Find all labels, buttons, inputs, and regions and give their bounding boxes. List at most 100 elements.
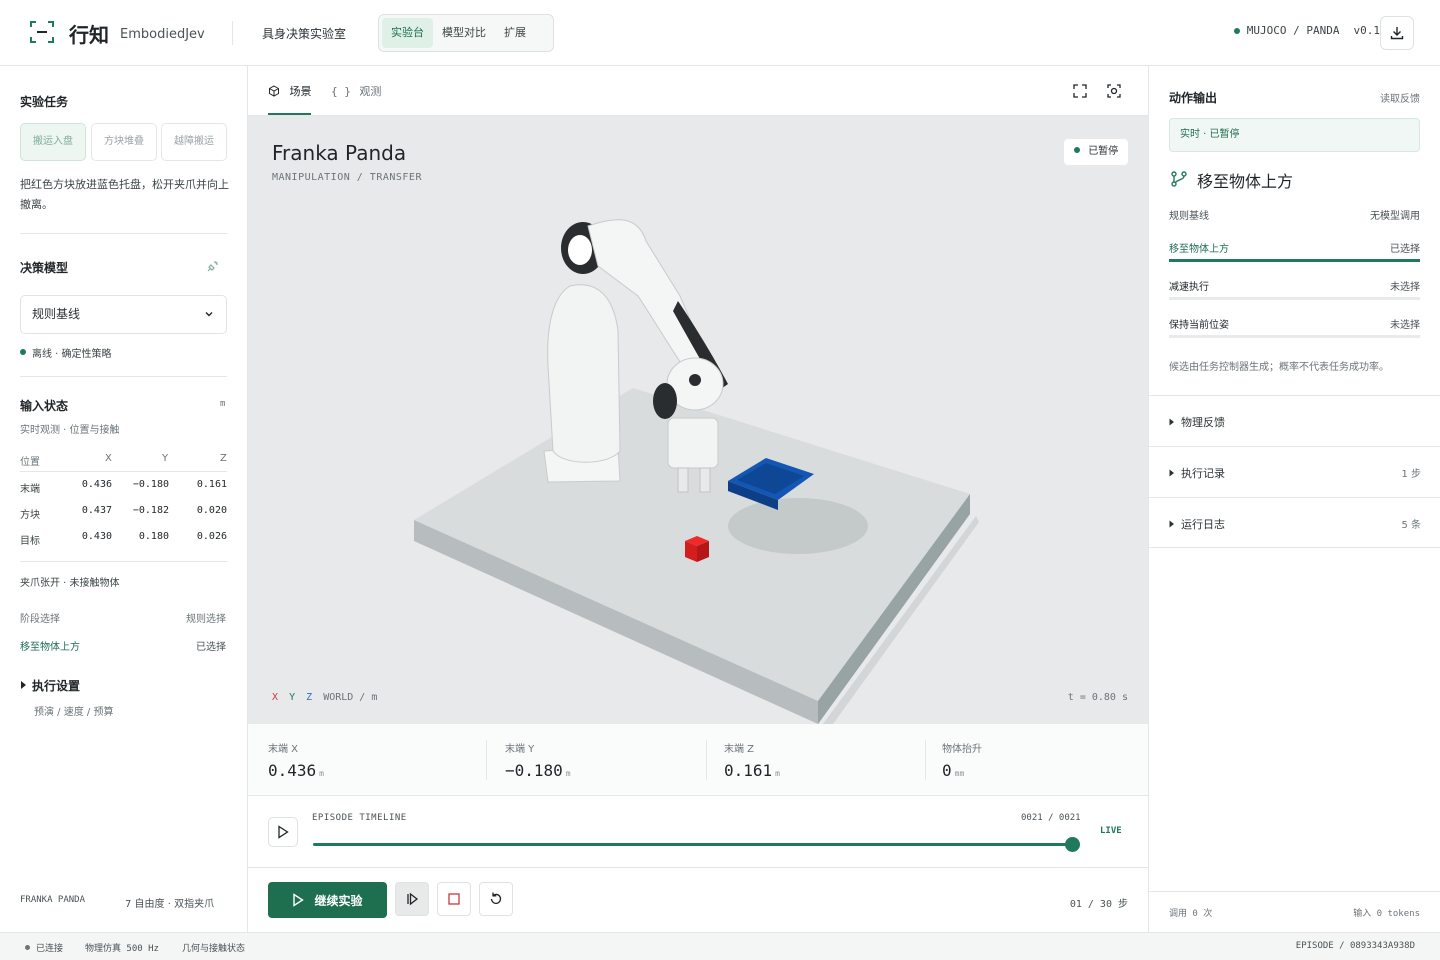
model-note-dot <box>20 349 26 355</box>
metric-label: 末端 Y <box>505 744 535 755</box>
scene-subtitle: MANIPULATION / TRANSFER <box>272 172 422 183</box>
source-note: 无模型调用 <box>1370 211 1420 222</box>
metric-unit: m <box>319 769 324 778</box>
caret-right-icon <box>1169 418 1174 426</box>
reset-button[interactable] <box>479 882 513 916</box>
status-bar: 已连接 物理仿真 500 Hz 几何与接触状态 EPISODE / 089334… <box>0 932 1440 960</box>
action-option-slow-down[interactable]: 减速执行 未选择 <box>1169 278 1420 293</box>
input-subtitle: 实时观测 · 位置与接触 <box>20 425 120 436</box>
caret-right-icon <box>1169 469 1174 477</box>
cell-z: 0.026 <box>196 531 227 542</box>
axis-y: Y <box>289 692 296 703</box>
phase-source: 规则选择 <box>186 614 226 625</box>
phase-value: 移至物体上方 <box>20 642 80 653</box>
cell-y: 0.180 <box>138 531 169 542</box>
version-label: v0.1 <box>1353 24 1381 37</box>
left-panel: 实验任务 搬运入盘 方块堆叠 越障搬运 把红色方块放进蓝色托盘，松开夹爪并向上撤… <box>0 66 248 932</box>
live-indicator: LIVE <box>1100 826 1122 836</box>
model-call-count: 调用 0 次 <box>1169 909 1213 919</box>
model-select-value: 规则基线 <box>32 307 81 321</box>
branch-icon <box>1171 171 1187 187</box>
stop-button[interactable] <box>437 882 471 916</box>
model-select[interactable]: 规则基线 <box>20 295 227 334</box>
task-button-obstacle[interactable]: 越障搬运 <box>161 123 227 161</box>
robot-wrist-flange <box>689 374 701 386</box>
physics-feedback-toggle[interactable]: 物理反馈 <box>1149 395 1440 446</box>
app-header: 行知 EmbodiedJev 具身决策实验室 实验台 模型对比 扩展 MUJOC… <box>0 0 1440 66</box>
exec-settings-subtitle: 预演 / 速度 / 预算 <box>34 707 114 718</box>
cell-x: 0.436 <box>81 479 112 490</box>
episode-timeline: EPISODE TIMELINE 0021 / 0021 LIVE <box>248 796 1148 868</box>
timeline-play-button[interactable] <box>268 817 298 847</box>
option-state: 未选择 <box>1390 320 1420 331</box>
tab-observation[interactable]: { } 观测 <box>331 83 381 99</box>
gripper-finger-left <box>677 467 689 493</box>
metrics-bar: 末端 X 0.436 m 末端 Y −0.180 m 末端 Z 0.161 m 物体抬… <box>248 724 1148 796</box>
metric-value: 0.161 <box>724 761 773 780</box>
stop-icon <box>448 893 460 905</box>
cell-z: 0.020 <box>196 505 227 516</box>
braces-icon: { } <box>331 85 351 98</box>
action-option-move-above[interactable]: 移至物体上方 已选择 <box>1169 240 1420 255</box>
nav-tab-extend[interactable]: 扩展 <box>495 18 535 48</box>
continue-experiment-label: 继续实验 <box>314 893 363 908</box>
table-header-x: X <box>105 453 112 464</box>
scene-render <box>414 219 979 724</box>
continue-experiment-button[interactable]: 继续实验 <box>268 882 387 918</box>
episode-id: EPISODE / 0893343A938D <box>1295 941 1415 951</box>
row-label: 方块 <box>20 510 40 521</box>
divider <box>20 561 227 562</box>
focus-camera-icon[interactable] <box>1106 83 1122 99</box>
metric-value: 0 <box>942 761 952 780</box>
table-header-divider <box>20 471 227 472</box>
axes-legend: X Y Z WORLD / m <box>272 692 377 703</box>
action-option-hold-pose[interactable]: 保持当前位姿 未选择 <box>1169 316 1420 331</box>
collapsible-count: 1 步 <box>1401 469 1421 480</box>
metric-divider <box>706 740 707 780</box>
exec-settings-title: 执行设置 <box>32 679 81 693</box>
collapsible-label: 物理反馈 <box>1181 416 1225 429</box>
phase-state: 已选择 <box>196 642 226 653</box>
play-icon <box>293 893 305 907</box>
nav-tab-workbench[interactable]: 实验台 <box>382 18 433 48</box>
row-label: 目标 <box>20 536 40 547</box>
table-header-y: Y <box>162 453 169 464</box>
engine-label: MUJOCO / PANDA <box>1246 24 1340 37</box>
option-label: 移至物体上方 <box>1169 244 1229 255</box>
fullscreen-icon[interactable] <box>1072 83 1088 99</box>
timeline-scrubber[interactable] <box>1065 837 1080 852</box>
scene-title: Franka Panda <box>272 141 407 165</box>
model-section-title: 决策模型 <box>20 261 69 275</box>
candidate-note: 候选由任务控制器生成；概率不代表任务成功率。 <box>1169 362 1389 373</box>
metric-divider <box>486 740 487 780</box>
center-panel: 场景 { } 观测 Franka Panda MANIPULATION / TR… <box>248 66 1148 932</box>
run-log-toggle[interactable]: 运行日志 5 条 <box>1149 497 1440 548</box>
metric-label: 末端 X <box>268 744 299 755</box>
run-controls: 继续实验 01 / 30 步 <box>248 868 1148 932</box>
timeline-track[interactable] <box>313 843 1073 846</box>
footer-divider <box>1149 891 1440 892</box>
step-button[interactable] <box>395 882 429 916</box>
plug-icon[interactable] <box>205 258 221 274</box>
divider <box>20 376 227 377</box>
scene-viewport[interactable]: Franka Panda MANIPULATION / TRANSFER 已暂停… <box>248 116 1148 724</box>
task-button-stack[interactable]: 方块堆叠 <box>91 123 157 161</box>
tab-observation-label: 观测 <box>359 85 382 98</box>
tab-scene[interactable]: 场景 <box>268 83 312 99</box>
metric-divider <box>925 740 926 780</box>
metric-unit: m <box>565 769 571 778</box>
metric-lift: 物体抬升 0 mm <box>942 740 982 780</box>
read-feedback-link[interactable]: 读取反馈 <box>1380 90 1420 105</box>
paused-badge: 已暂停 <box>1064 139 1128 165</box>
task-button-transfer[interactable]: 搬运入盘 <box>20 123 86 161</box>
option-state: 已选择 <box>1390 244 1420 255</box>
gripper-state: 夹爪张开 · 未接触物体 <box>20 578 120 589</box>
lab-name: 具身决策实验室 <box>262 27 347 41</box>
download-button[interactable] <box>1380 16 1414 50</box>
chevron-down-icon <box>205 312 213 317</box>
sim-frequency: 物理仿真 500 Hz <box>85 944 159 954</box>
timeline-label: EPISODE TIMELINE <box>312 813 407 823</box>
execution-log-toggle[interactable]: 执行记录 1 步 <box>1149 446 1440 497</box>
option-state: 未选择 <box>1390 282 1420 293</box>
nav-tab-compare[interactable]: 模型对比 <box>433 18 495 48</box>
